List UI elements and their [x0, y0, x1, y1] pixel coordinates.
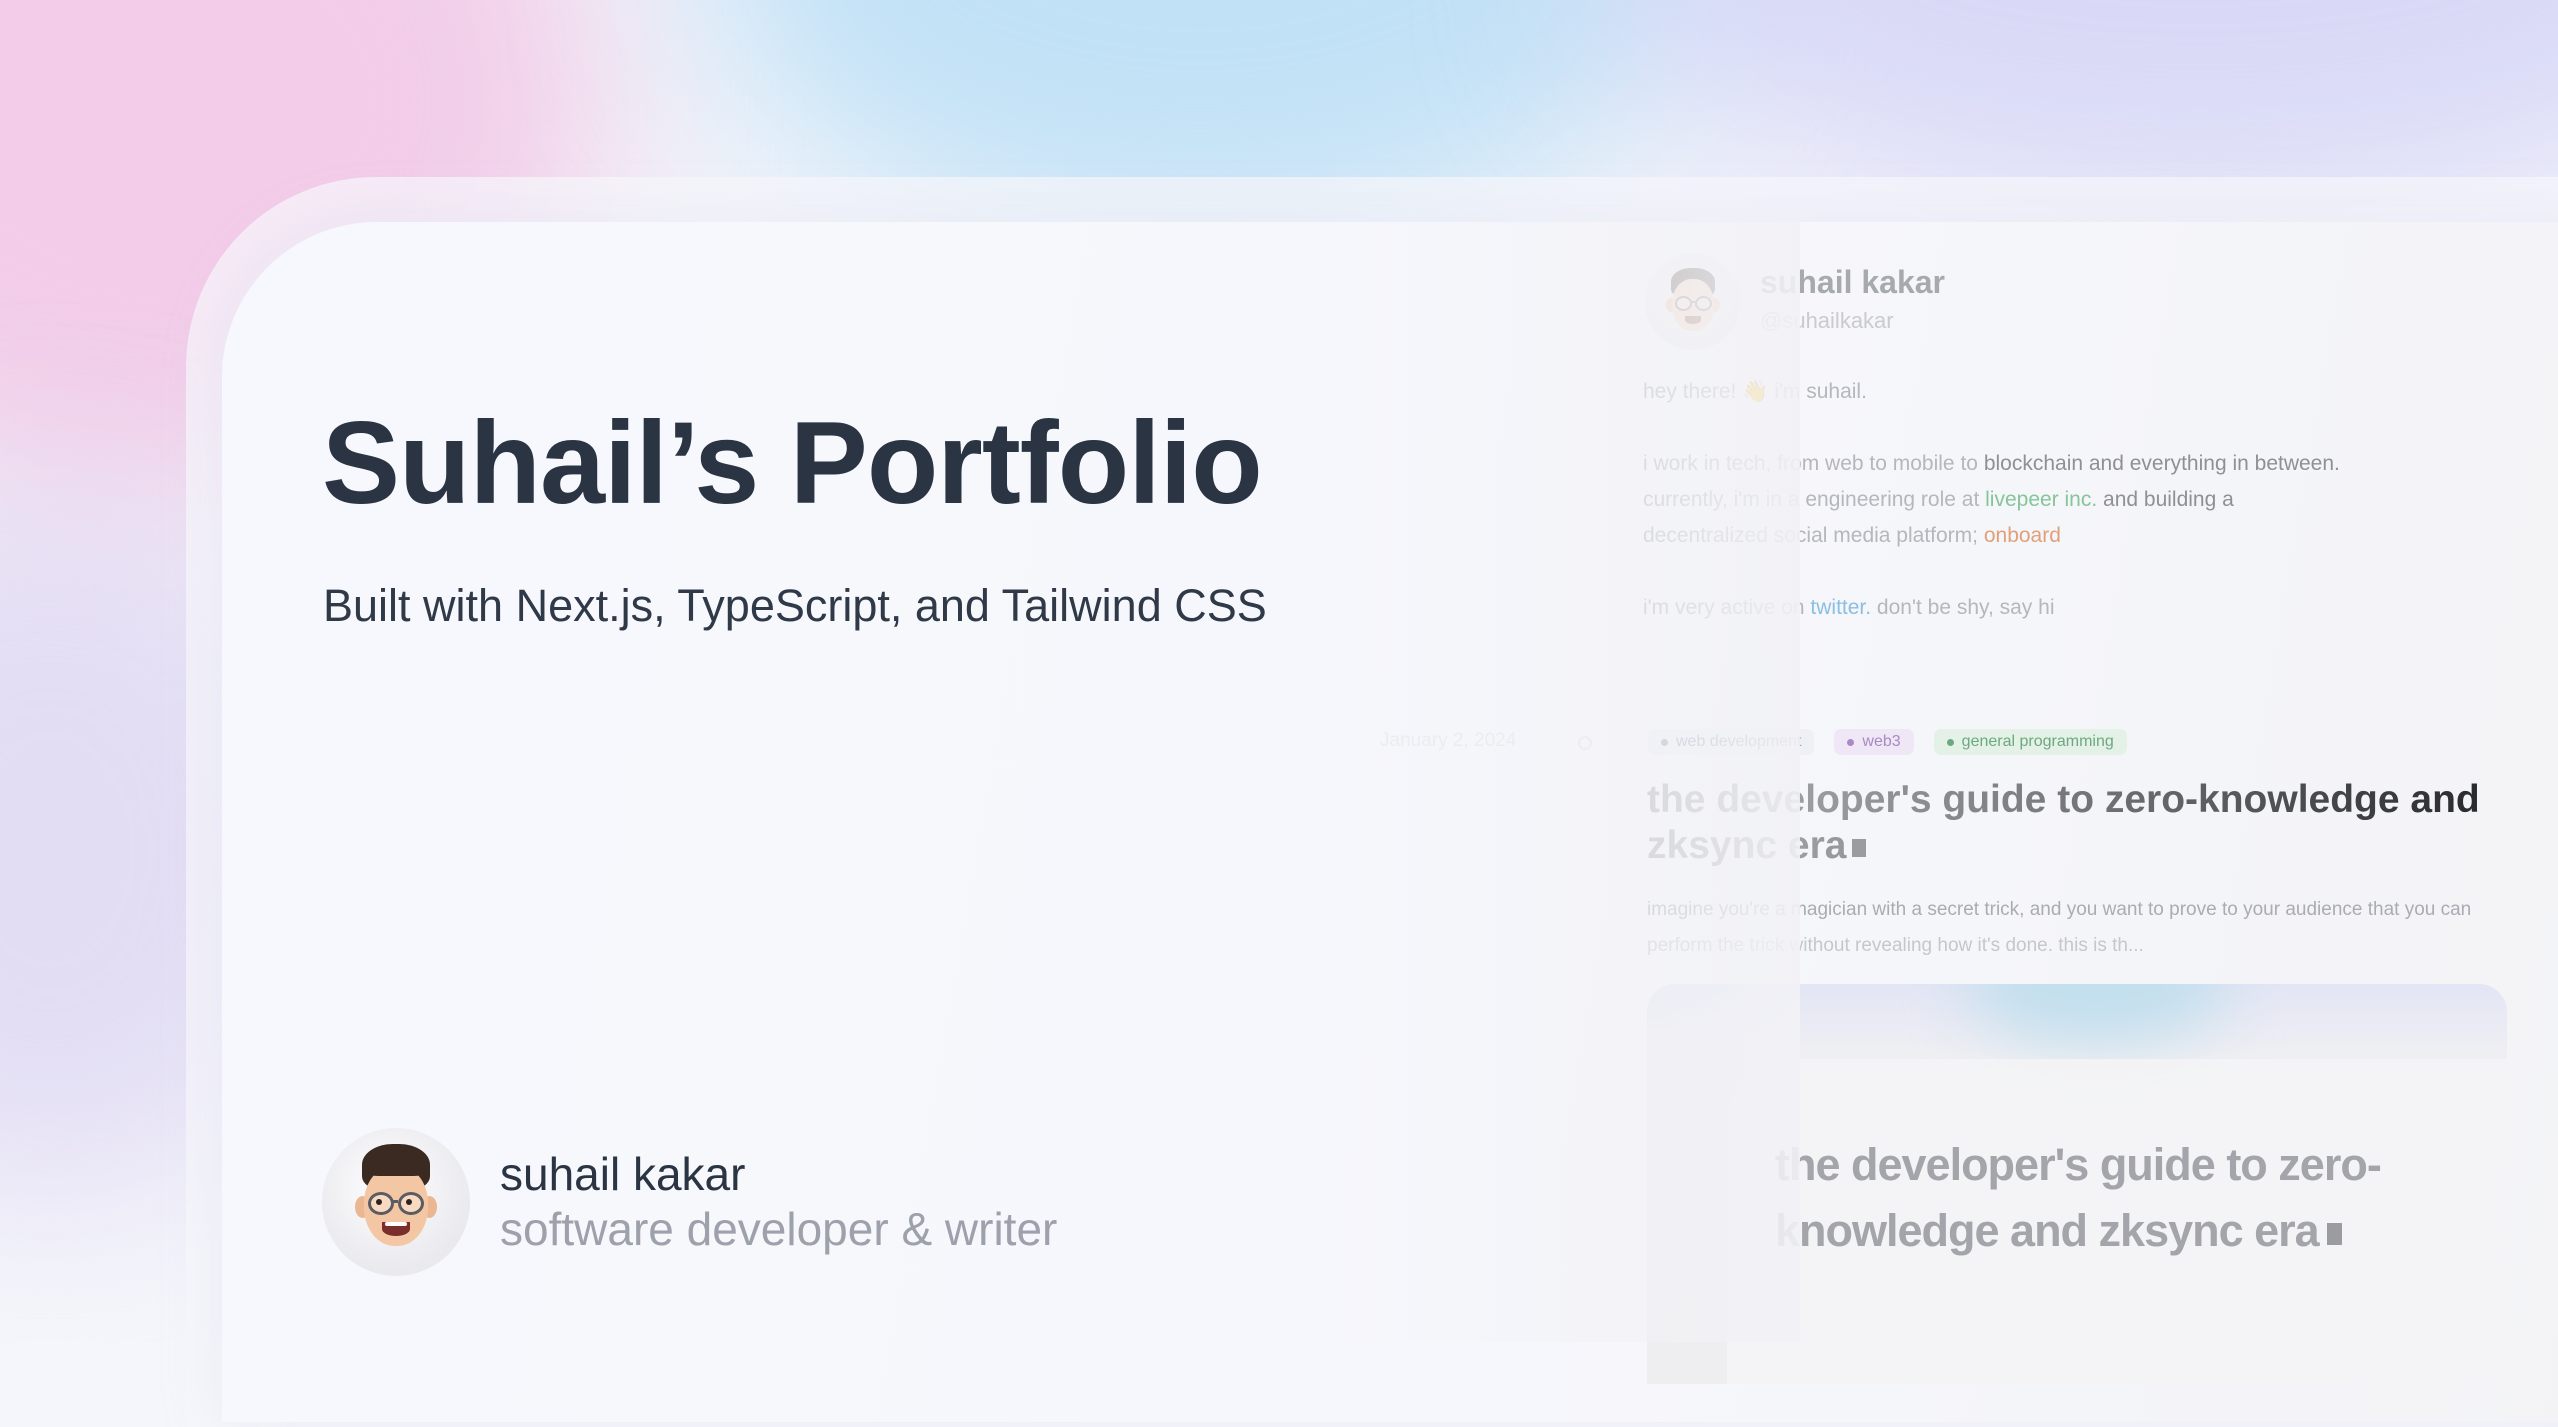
tag-label: web development: [1676, 733, 1802, 750]
author-name: suhail kakar: [500, 1148, 746, 1200]
post-title-text: the developer's guide to zero-knowledge …: [1647, 778, 2480, 867]
tag-dot-icon: [1847, 738, 1855, 746]
post-date: January 2, 2024: [1380, 730, 1517, 751]
post-excerpt-line1: imagine you're a magician with a secret …: [1647, 899, 2472, 920]
bio-line1-a: i work in tech, from web to mobile to: [1643, 452, 1984, 475]
post-excerpt: imagine you're a magician with a secret …: [1647, 892, 2527, 964]
memoji-avatar-icon: [322, 1128, 470, 1276]
tag-label: general programming: [1961, 733, 2114, 750]
bio-line2-b: and building a: [2097, 488, 2234, 511]
post-excerpt-line2: perform the trick without revealing how …: [1647, 935, 2144, 956]
thumbnail-title-text: the developer's guide to zero-knowledge …: [1775, 1139, 2382, 1256]
tag-web-development[interactable]: web development: [1648, 729, 1815, 755]
author-text: suhail kakar software developer & writer: [500, 1147, 1057, 1257]
post-tags: web development web3 general programming: [1648, 729, 2127, 755]
post-thumbnail[interactable]: the developer's guide to zero-knowledge …: [1647, 984, 2507, 1384]
bio-line3-a: decentralized social media platform;: [1643, 524, 1984, 547]
tag-dot-icon: [1946, 738, 1954, 746]
avatar: [322, 1128, 470, 1276]
timeline-dot-icon: [1578, 736, 1592, 750]
preview-bio: hey there! 👋 i'm suhail. i work in tech,…: [1643, 374, 2543, 662]
page-title: Suhail’s Portfolio: [322, 397, 1263, 528]
twitter-link[interactable]: twitter.: [1810, 596, 1871, 619]
cursor-block-icon: [2326, 1223, 2342, 1246]
onboard-link[interactable]: onboard: [1984, 524, 2061, 547]
site-preview: suhail kakar @suhailkakar hey there! 👋 i…: [1600, 222, 2558, 1384]
tag-dot-icon: [1661, 738, 1668, 746]
bio-greeting: hey there! 👋 i'm suhail.: [1643, 380, 1867, 403]
post-title-link[interactable]: the developer's guide to zero-knowledge …: [1647, 777, 2527, 869]
memoji-small: [1645, 254, 1741, 350]
bio-line4-a: i'm very active on: [1643, 596, 1811, 619]
author-role: software developer & writer: [500, 1203, 1058, 1255]
livepeer-link[interactable]: livepeer inc.: [1985, 488, 2097, 511]
bio-line2-a: currently, i'm in a engineering role at: [1643, 488, 1986, 511]
bio-paragraph: i work in tech, from web to mobile to bl…: [1643, 446, 2543, 554]
author-block: suhail kakar software developer & writer: [322, 1128, 1057, 1276]
bio-line1-b: blockchain and everything in between.: [1983, 452, 2340, 475]
preview-avatar-icon: [1645, 254, 1741, 350]
cursor-block-icon: [1852, 838, 1867, 857]
preview-profile-handle: @suhailkakar: [1760, 308, 1894, 333]
page-subtitle: Built with Next.js, TypeScript, and Tail…: [323, 580, 1267, 631]
bio-social: i'm very active on twitter. don't be shy…: [1643, 590, 2543, 626]
tag-web3[interactable]: web3: [1834, 729, 1914, 755]
bio-line4-b: don't be shy, say hi: [1871, 596, 2055, 619]
preview-profile-name: suhail kakar: [1760, 264, 1945, 300]
tag-general-programming[interactable]: general programming: [1933, 729, 2127, 755]
thumbnail-title: the developer's guide to zero-knowledge …: [1775, 1132, 2415, 1264]
tag-label: web3: [1862, 733, 1901, 750]
